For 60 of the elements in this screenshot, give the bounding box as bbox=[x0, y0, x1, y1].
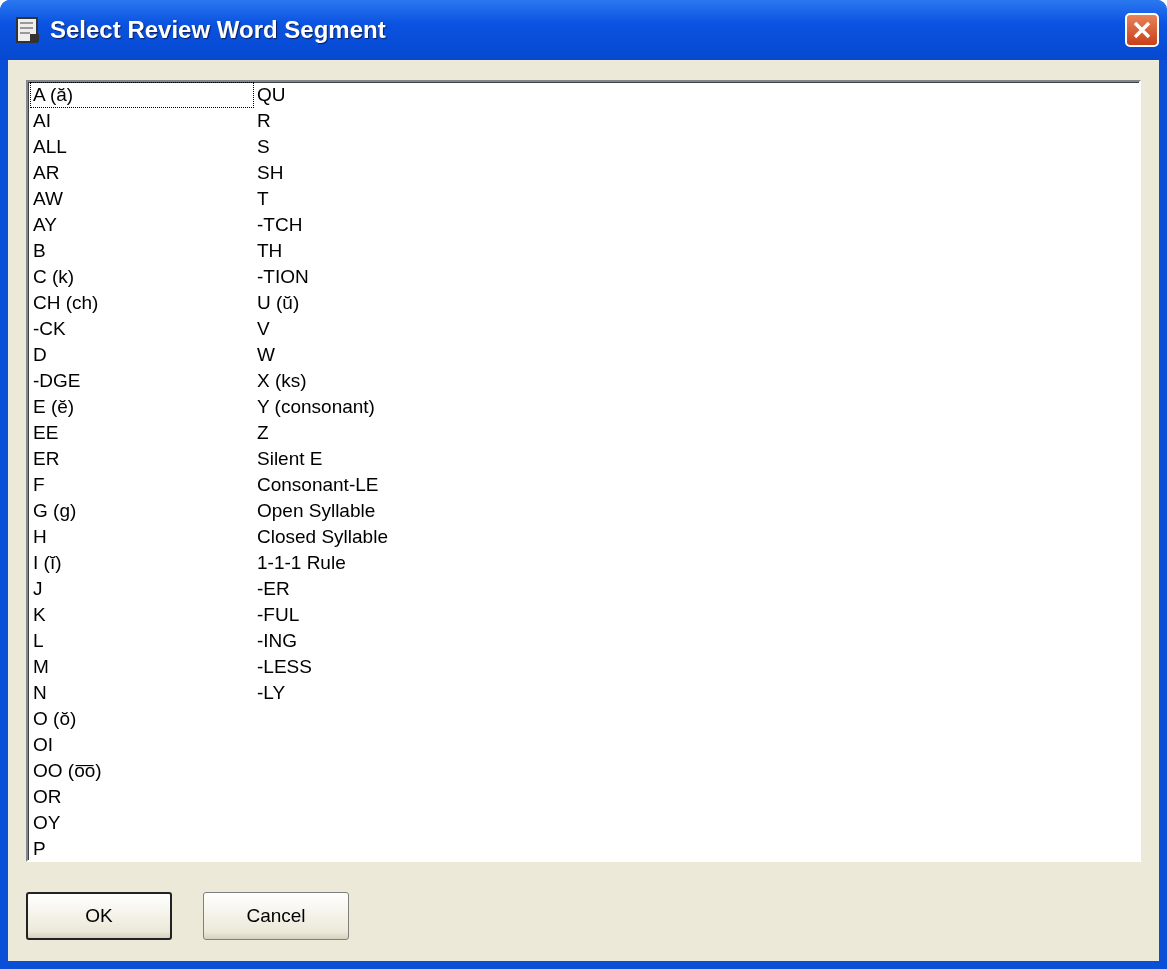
list-item[interactable]: L bbox=[30, 628, 254, 654]
list-item[interactable]: W bbox=[254, 342, 478, 368]
list-item[interactable]: G (g) bbox=[30, 498, 254, 524]
list-item[interactable]: I (ĭ) bbox=[30, 550, 254, 576]
list-item[interactable]: SH bbox=[254, 160, 478, 186]
list-item[interactable]: -LY bbox=[254, 680, 478, 706]
list-item[interactable]: ER bbox=[30, 446, 254, 472]
list-item[interactable]: N bbox=[30, 680, 254, 706]
list-item[interactable]: T bbox=[254, 186, 478, 212]
list-item[interactable]: EE bbox=[30, 420, 254, 446]
list-item[interactable]: U (ŭ) bbox=[254, 290, 478, 316]
list-item[interactable]: S bbox=[254, 134, 478, 160]
list-item[interactable]: ALL bbox=[30, 134, 254, 160]
list-item[interactable]: F bbox=[30, 472, 254, 498]
list-item[interactable]: AR bbox=[30, 160, 254, 186]
close-button[interactable] bbox=[1125, 13, 1159, 47]
list-item[interactable]: -LESS bbox=[254, 654, 478, 680]
list-item[interactable]: D bbox=[30, 342, 254, 368]
list-item[interactable]: A (ă) bbox=[30, 82, 254, 108]
list-item[interactable]: CH (ch) bbox=[30, 290, 254, 316]
list-item[interactable]: Consonant-LE bbox=[254, 472, 478, 498]
list-item[interactable]: AI bbox=[30, 108, 254, 134]
list-item[interactable]: M bbox=[30, 654, 254, 680]
list-item[interactable]: OO (o͞o) bbox=[30, 758, 254, 784]
list-item[interactable]: -TION bbox=[254, 264, 478, 290]
list-item[interactable]: Open Syllable bbox=[254, 498, 478, 524]
list-item[interactable]: AY bbox=[30, 212, 254, 238]
list-item[interactable]: H bbox=[30, 524, 254, 550]
list-item[interactable]: Y (consonant) bbox=[254, 394, 478, 420]
list-item[interactable]: P bbox=[30, 836, 254, 862]
list-item[interactable]: AW bbox=[30, 186, 254, 212]
list-item[interactable]: TH bbox=[254, 238, 478, 264]
list-item[interactable]: -DGE bbox=[30, 368, 254, 394]
list-item[interactable]: K bbox=[30, 602, 254, 628]
close-icon bbox=[1131, 19, 1153, 41]
list-item[interactable]: -TCH bbox=[254, 212, 478, 238]
ok-button[interactable]: OK bbox=[26, 892, 172, 940]
list-item[interactable]: OY bbox=[30, 810, 254, 836]
list-item[interactable]: -ING bbox=[254, 628, 478, 654]
list-item[interactable]: OI bbox=[30, 732, 254, 758]
list-item[interactable]: Closed Syllable bbox=[254, 524, 478, 550]
list-item[interactable]: V bbox=[254, 316, 478, 342]
list-item[interactable]: B bbox=[30, 238, 254, 264]
list-item[interactable]: -ER bbox=[254, 576, 478, 602]
list-item[interactable]: QU bbox=[254, 82, 478, 108]
list-item[interactable]: X (ks) bbox=[254, 368, 478, 394]
list-item[interactable]: R bbox=[254, 108, 478, 134]
list-item[interactable]: 1-1-1 Rule bbox=[254, 550, 478, 576]
list-item[interactable]: C (k) bbox=[30, 264, 254, 290]
list-item[interactable]: O (ŏ) bbox=[30, 706, 254, 732]
list-item[interactable]: Z bbox=[254, 420, 478, 446]
list-item[interactable]: -CK bbox=[30, 316, 254, 342]
window-title: Select Review Word Segment bbox=[50, 16, 387, 44]
list-item[interactable]: Silent E bbox=[254, 446, 478, 472]
cancel-button[interactable]: Cancel bbox=[203, 892, 349, 940]
list-item[interactable]: -FUL bbox=[254, 602, 478, 628]
list-item[interactable]: E (ĕ) bbox=[30, 394, 254, 420]
document-icon bbox=[16, 17, 40, 43]
list-item[interactable]: J bbox=[30, 576, 254, 602]
list-item[interactable]: OR bbox=[30, 784, 254, 810]
